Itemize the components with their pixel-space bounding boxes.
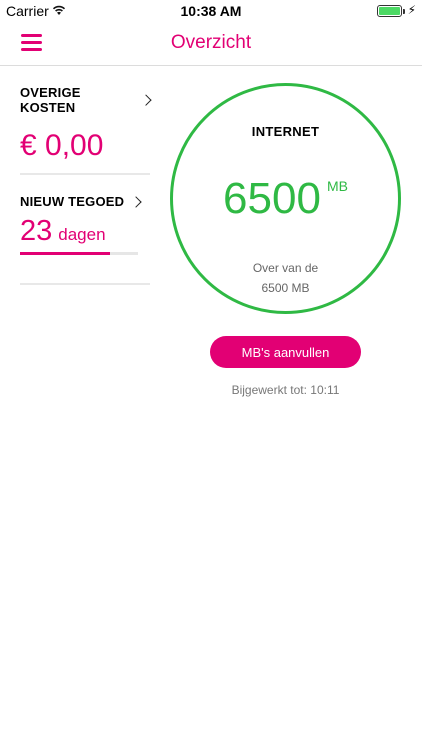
internet-usage-ring: INTERNET 6500 MB Over van de 6500 MB — [170, 83, 401, 314]
other-costs-section[interactable]: OVERIGE KOSTEN € 0,00 — [20, 66, 152, 175]
new-credit-section[interactable]: NIEUW TEGOED 23 dagen — [20, 175, 150, 285]
new-credit-days: 23 dagen — [20, 215, 150, 248]
other-costs-amount: € 0,00 — [20, 129, 104, 162]
status-bar: Carrier 10:38 AM ⚡ — [0, 0, 422, 22]
new-credit-title: NIEUW TEGOED — [20, 194, 125, 209]
summary-column: OVERIGE KOSTEN € 0,00 NIEUW TEGOED 23 da… — [20, 66, 152, 285]
internet-remaining: 6500 MB — [173, 174, 398, 224]
internet-subtitle: Over van de 6500 MB — [173, 258, 398, 298]
days-progress-fill — [20, 252, 110, 255]
new-credit-header[interactable]: NIEUW TEGOED — [20, 175, 150, 209]
internet-sub-line1: Over van de — [252, 261, 319, 275]
days-unit: dagen — [58, 225, 106, 244]
internet-value: 6500 — [223, 174, 321, 223]
battery-icon — [377, 5, 405, 17]
status-time: 10:38 AM — [180, 3, 242, 19]
days-progress-bar — [20, 252, 138, 255]
internet-title: INTERNET — [251, 124, 320, 139]
nav-bar: Overzicht — [0, 22, 422, 66]
page-title: Overzicht — [170, 32, 252, 53]
internet-sub-line2: 6500 MB — [261, 281, 310, 295]
chevron-right-icon — [130, 195, 142, 208]
chevron-right-icon — [140, 94, 152, 106]
other-costs-title: OVERIGE KOSTEN — [20, 85, 81, 115]
charging-icon: ⚡ — [407, 3, 416, 17]
other-costs-header[interactable]: OVERIGE KOSTEN — [20, 66, 152, 115]
last-updated-label: Bijgewerkt tot: 10:11 — [231, 383, 340, 397]
internet-unit: MB — [326, 178, 348, 194]
days-count: 23 — [20, 215, 53, 247]
topup-mb-button[interactable]: MB's aanvullen — [210, 336, 361, 368]
